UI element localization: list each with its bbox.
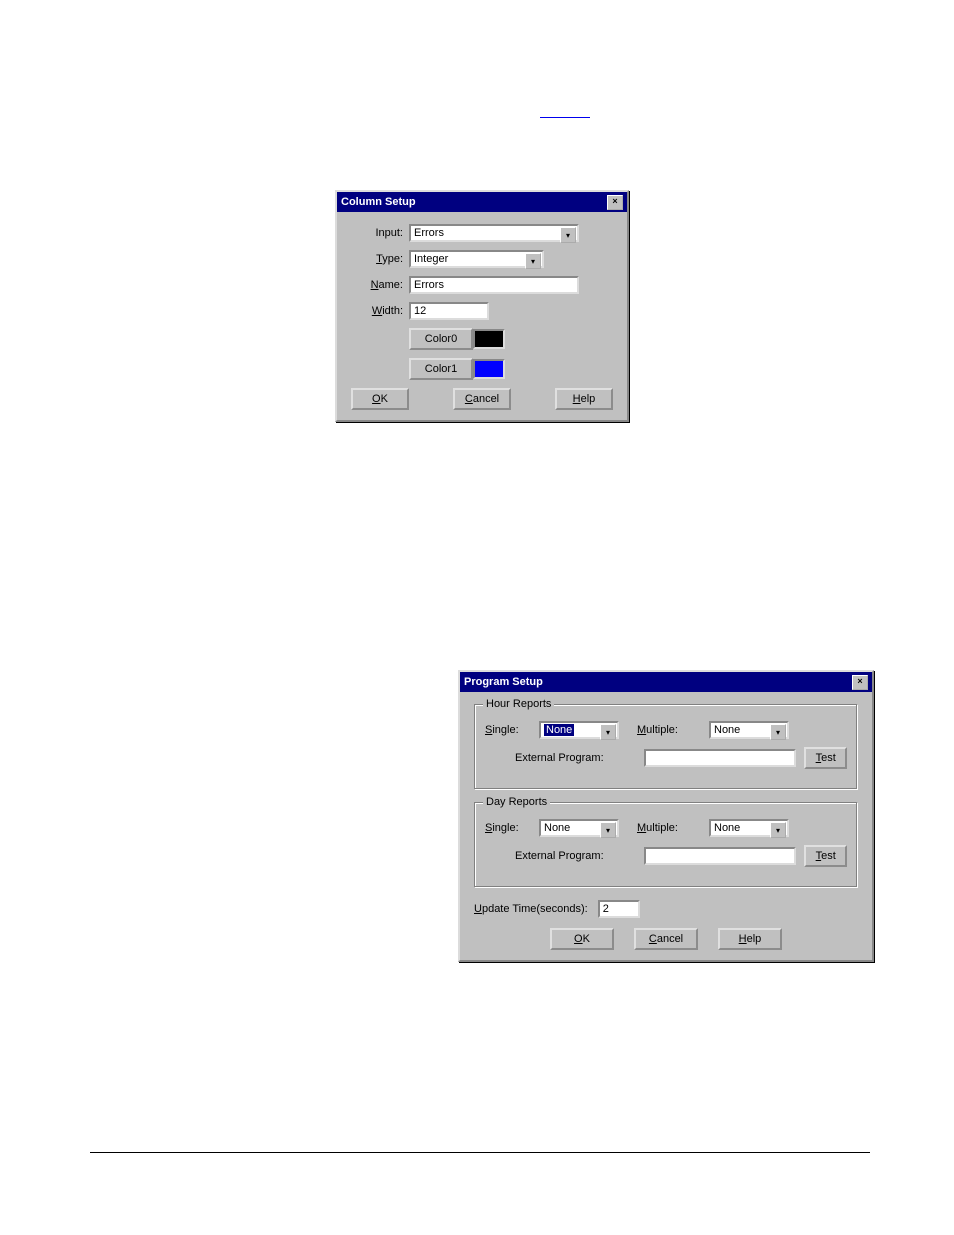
day-single-value: None: [544, 822, 570, 834]
horizontal-rule: [90, 1152, 870, 1153]
external-label: External Program:: [485, 850, 644, 862]
external-label: External Program:: [485, 752, 644, 764]
titlebar: Program Setup ×: [460, 672, 872, 692]
day-single-combo[interactable]: None ▾: [539, 819, 619, 837]
input-combo[interactable]: Errors ▾: [409, 224, 579, 242]
hour-multiple-combo[interactable]: None ▾: [709, 721, 789, 739]
ok-button[interactable]: OK: [550, 928, 614, 950]
program-setup-dialog: Program Setup × Hour Reports Single: Non…: [458, 670, 874, 962]
hour-single-combo[interactable]: None ▾: [539, 721, 619, 739]
group-title-day: Day Reports: [483, 796, 550, 808]
hour-test-button[interactable]: Test: [804, 747, 847, 769]
update-time-label: Update Time(seconds):: [474, 903, 594, 915]
cancel-button[interactable]: Cancel: [634, 928, 698, 950]
input-label: Input:: [351, 227, 409, 239]
day-reports-group: Day Reports Single: None ▾ Multiple: Non…: [474, 802, 858, 888]
multiple-label: Multiple:: [619, 822, 709, 834]
group-title-hour: Hour Reports: [483, 698, 554, 710]
type-combo[interactable]: Integer ▾: [409, 250, 544, 268]
day-multiple-value: None: [714, 822, 740, 834]
chevron-down-icon[interactable]: ▾: [770, 724, 786, 740]
dialog-title: Column Setup: [341, 196, 416, 208]
day-multiple-combo[interactable]: None ▾: [709, 819, 789, 837]
ok-button[interactable]: OK: [351, 388, 409, 410]
chevron-down-icon[interactable]: ▾: [770, 822, 786, 838]
input-value: Errors: [414, 227, 444, 239]
name-label: Name:: [351, 279, 409, 291]
width-value: 12: [414, 305, 426, 317]
update-time-value: 2: [603, 903, 609, 915]
top-link[interactable]: [540, 115, 590, 118]
color1-button[interactable]: Color1: [409, 358, 473, 380]
column-setup-dialog: Column Setup × Input: Errors ▾ Type: Int…: [335, 190, 629, 422]
width-input[interactable]: 12: [409, 302, 489, 320]
cancel-button[interactable]: Cancel: [453, 388, 511, 410]
color0-swatch[interactable]: [473, 329, 505, 349]
day-external-input[interactable]: [644, 847, 796, 865]
type-label: Type:: [351, 253, 409, 265]
single-label: Single:: [485, 822, 539, 834]
name-value: Errors: [414, 279, 444, 291]
help-button[interactable]: Help: [718, 928, 782, 950]
update-time-input[interactable]: 2: [598, 900, 640, 918]
chevron-down-icon[interactable]: ▾: [525, 253, 541, 269]
hour-multiple-value: None: [714, 724, 740, 736]
color0-button[interactable]: Color0: [409, 328, 473, 350]
width-label: Width:: [351, 305, 409, 317]
type-value: Integer: [414, 253, 448, 265]
close-icon[interactable]: ×: [852, 675, 868, 690]
multiple-label: Multiple:: [619, 724, 709, 736]
name-input[interactable]: Errors: [409, 276, 579, 294]
help-button[interactable]: Help: [555, 388, 613, 410]
dialog-title: Program Setup: [464, 676, 543, 688]
hour-single-value: None: [544, 724, 574, 736]
chevron-down-icon[interactable]: ▾: [600, 724, 616, 740]
single-label: Single:: [485, 724, 539, 736]
hour-reports-group: Hour Reports Single: None ▾ Multiple: No…: [474, 704, 858, 790]
day-test-button[interactable]: Test: [804, 845, 847, 867]
chevron-down-icon[interactable]: ▾: [600, 822, 616, 838]
close-icon[interactable]: ×: [607, 195, 623, 210]
chevron-down-icon[interactable]: ▾: [560, 227, 576, 243]
titlebar: Column Setup ×: [337, 192, 627, 212]
hour-external-input[interactable]: [644, 749, 796, 767]
color1-swatch[interactable]: [473, 359, 505, 379]
